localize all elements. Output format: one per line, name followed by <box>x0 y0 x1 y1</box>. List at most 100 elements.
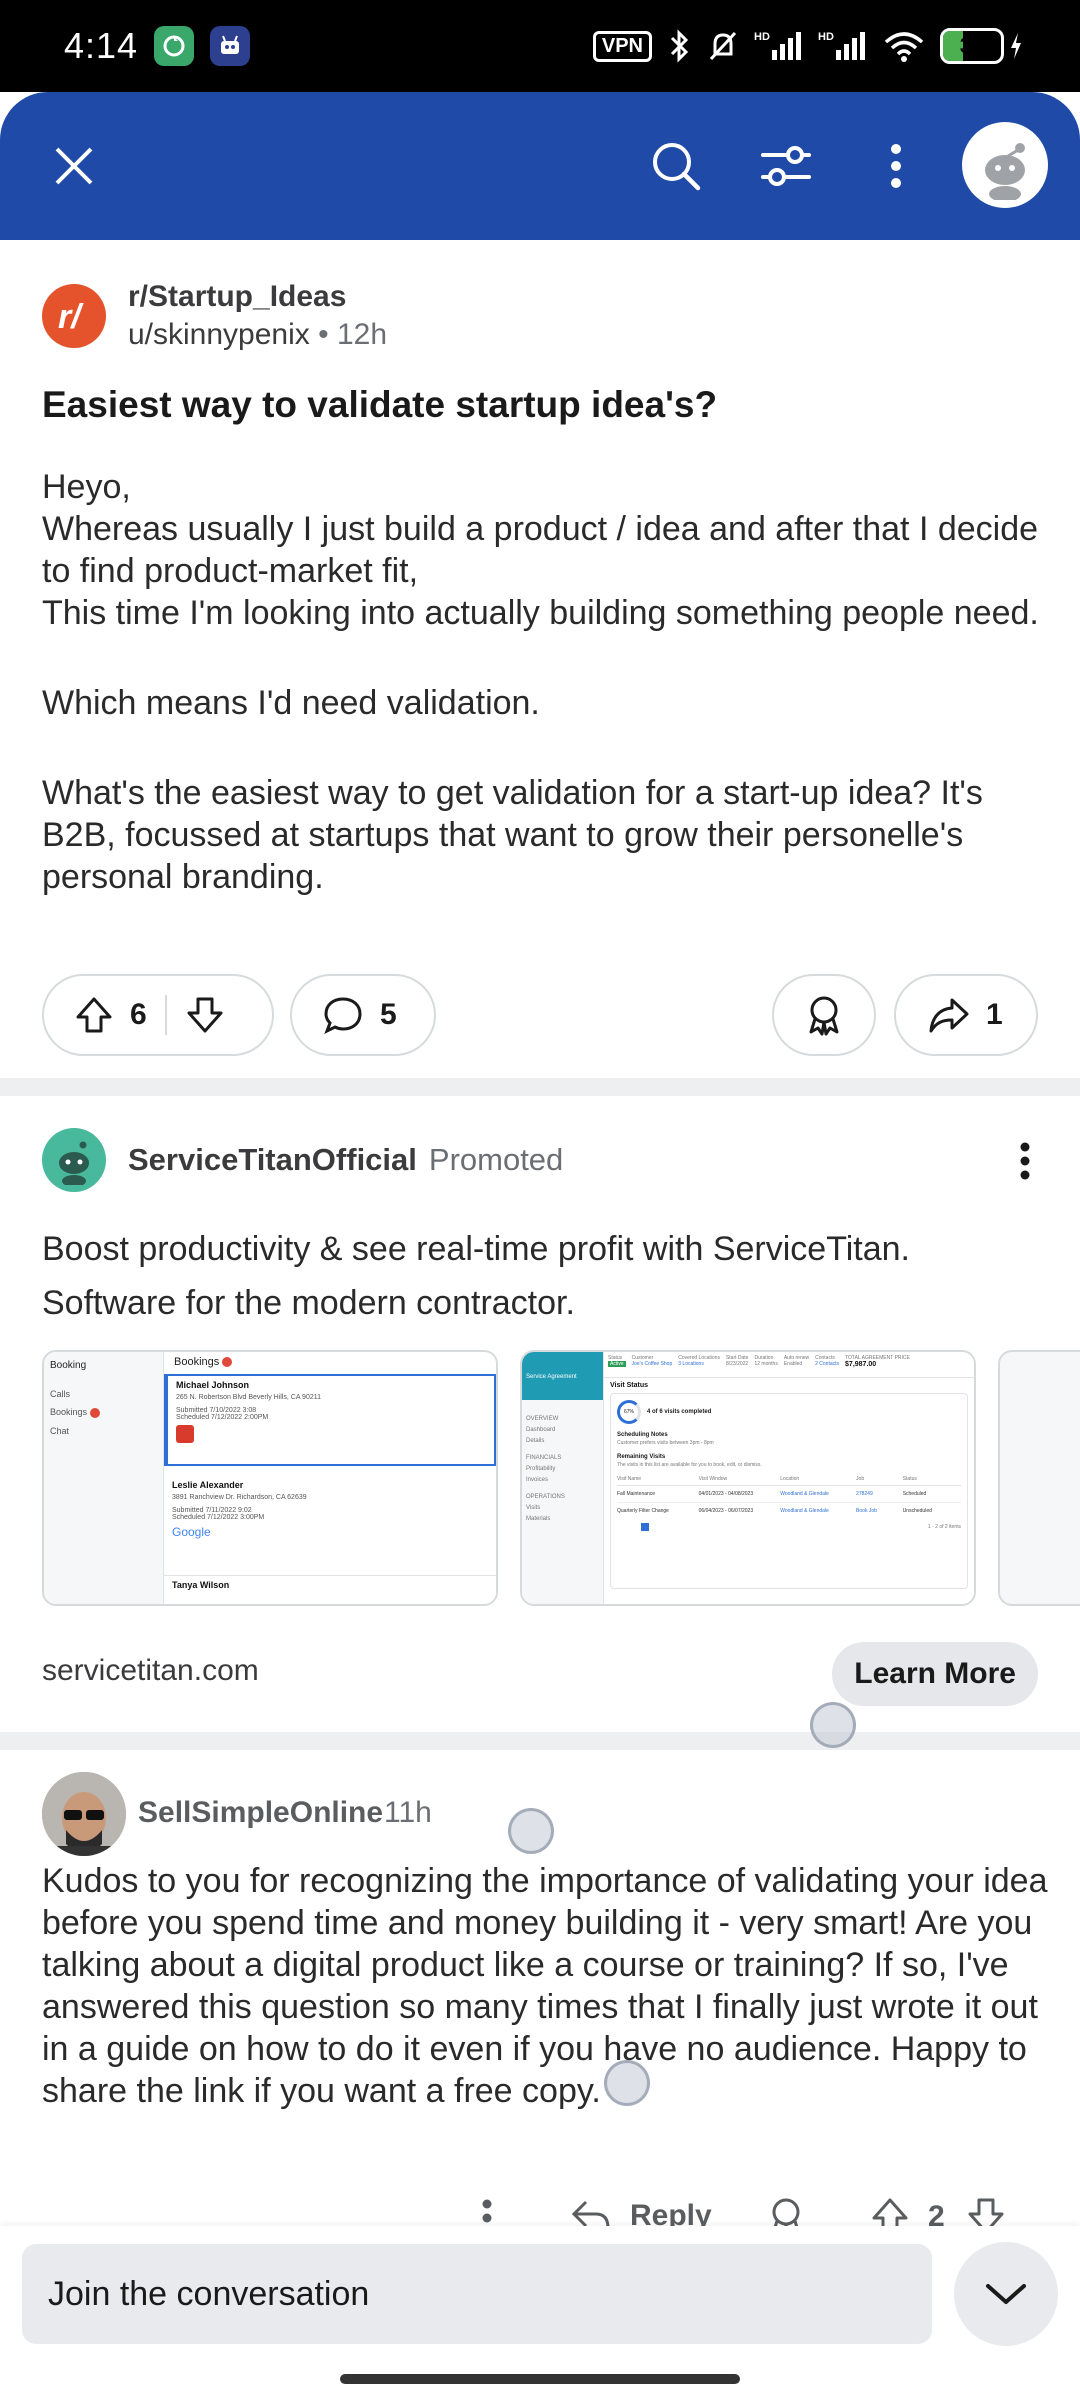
card2-sidebar-item: Dashboard <box>526 1427 556 1433</box>
close-icon[interactable] <box>34 126 114 206</box>
share-icon <box>929 998 969 1033</box>
status-time: 4:14 <box>64 25 139 66</box>
card1-sidebar-item: Chat <box>50 1425 70 1436</box>
card2-progress-ring: 67% <box>617 1400 641 1424</box>
card2-remaining-text: The visits in this list are available fo… <box>617 1462 762 1468</box>
card1-sidebar-title: Booking <box>50 1360 87 1371</box>
card1-sidebar-item: Bookings <box>50 1407 88 1417</box>
filter-icon[interactable] <box>746 126 826 206</box>
comment-count: 5 <box>380 998 397 1031</box>
card1-entry-name: Tanya Wilson <box>172 1580 230 1590</box>
card2-table-col: Status <box>902 1476 917 1482</box>
card1-entry: Leslie Alexander 3891 Ranchview Dr. Rich… <box>164 1466 496 1576</box>
card2-page-indicator <box>641 1523 649 1531</box>
card1-entry-name: Michael Johnson <box>176 1380 250 1390</box>
award-button[interactable] <box>772 974 876 1056</box>
ad-text: Boost productivity & see real-time profi… <box>42 1230 910 1322</box>
bell-muted-icon <box>709 31 737 61</box>
card2-header-val: $7,987.00 <box>845 1361 877 1368</box>
card2-table-row: Fall Maintenance 04/01/2023 - 04/08/2023… <box>617 1486 961 1503</box>
card2-visit-status: Visit Status <box>610 1382 648 1389</box>
card2-cell: Woodland & Glendale <box>780 1508 829 1514</box>
card2-sidebar: Service Agreement OVERVIEW Dashboard Det… <box>522 1352 604 1604</box>
card2-sidebar-active: Service Agreement <box>522 1352 603 1400</box>
robot-app-icon <box>210 26 251 66</box>
post-age: 12h <box>336 318 388 351</box>
touch-indicator <box>810 1702 856 1748</box>
downvote-icon[interactable] <box>185 995 225 1035</box>
learn-more-button[interactable]: Learn More <box>832 1642 1038 1706</box>
card1-entry-submitted: Submitted 7/11/2022 9:02 <box>172 1507 252 1514</box>
commenter-avatar[interactable] <box>42 1772 126 1856</box>
ad-more-icon[interactable] <box>1000 1136 1050 1186</box>
subreddit-name[interactable]: r/Startup_Ideas <box>128 280 387 314</box>
ad-domain[interactable]: servicetitan.com <box>42 1654 259 1688</box>
share-button[interactable]: 1 <box>894 974 1038 1056</box>
more-vert-icon[interactable] <box>856 126 936 206</box>
card2-sidebar-item: OPERATIONS <box>526 1494 565 1500</box>
card2-sidebar-item: Visits <box>526 1505 541 1511</box>
card2-cell: 06/04/2023 - 06/07/2023 <box>698 1508 754 1514</box>
sync-app-icon <box>154 26 195 66</box>
comment-body: Kudos to you for recognizing the importa… <box>42 1862 1048 2110</box>
post-title: Easiest way to validate startup idea's? <box>42 384 718 425</box>
advertiser-avatar[interactable] <box>42 1128 106 1192</box>
post-body-line: Which means I'd need validation. <box>42 684 540 722</box>
ad-header: ServiceTitanOfficial Promoted <box>42 1128 563 1192</box>
card1-entry-address: 3891 Ranchview Dr. Richardson, CA 62639 <box>172 1494 307 1501</box>
card2-sidebar-item: Materials <box>526 1516 551 1522</box>
card2-header-val: 8/23/2022 <box>725 1361 749 1367</box>
card2-header-val: 3 Locations <box>678 1361 704 1367</box>
card1-entry-scheduled: Scheduled 7/12/2022 3:00PM <box>172 1514 265 1521</box>
charging-icon <box>1011 33 1021 59</box>
card2-header-val: Active <box>608 1361 626 1367</box>
card2-header-row: Status Active Customer Joe's Coffee Shop C… <box>604 1352 974 1378</box>
post-author[interactable]: u/skinnypenix <box>128 318 310 351</box>
vpn-badge: VPN <box>592 30 652 62</box>
card2-table-col: Location <box>780 1476 800 1482</box>
card2-header-val: 2 Contacts <box>815 1361 840 1367</box>
svg-text:r/: r/ <box>58 298 84 336</box>
card1-sidebar: Booking Calls Bookings Chat <box>44 1352 164 1604</box>
wifi-icon <box>884 32 924 62</box>
bluetooth-icon <box>670 29 689 63</box>
home-indicator[interactable] <box>340 2374 740 2384</box>
card2-cell: Quarterly Filter Change <box>617 1508 669 1514</box>
vote-pill: 6 <box>42 974 274 1056</box>
ad-image-card-next[interactable] <box>998 1350 1080 1606</box>
app-bar <box>0 92 1080 240</box>
card2-table-col: Job <box>856 1476 865 1482</box>
card2-cell: Fall Maintenance <box>617 1491 656 1497</box>
commenter-name[interactable]: SellSimpleOnline <box>138 1796 383 1830</box>
card1-entry-scheduled: Scheduled 7/12/2022 2:00PM <box>176 1414 269 1421</box>
post-body-line: Heyo, <box>42 468 131 506</box>
search-icon[interactable] <box>636 126 716 206</box>
promoted-label: Promoted <box>428 1142 564 1177</box>
svg-text:HD: HD <box>818 31 834 43</box>
advertiser-name[interactable]: ServiceTitanOfficial <box>128 1142 417 1178</box>
signal-hd-icon: HD <box>754 31 801 60</box>
ad-image-card-agreement[interactable]: Service Agreement OVERVIEW Dashboard Det… <box>520 1350 976 1606</box>
card2-table-col: Visit Window <box>698 1476 728 1482</box>
card2-table-col: Visit Name <box>617 1476 642 1482</box>
post-header: r/ r/Startup_Ideas u/skinnypenix • 12h <box>42 280 387 352</box>
signal-hd-icon-2: HD <box>818 31 865 60</box>
card2-table-header: Visit Name Visit Window Location Job Sta… <box>617 1476 961 1486</box>
card1-entry-badge-icon <box>176 1425 194 1443</box>
join-conversation-input[interactable]: Join the conversation <box>22 2244 932 2344</box>
comments-button[interactable]: 5 <box>290 974 436 1056</box>
battery-level: 35 <box>959 33 985 58</box>
chevron-down-icon[interactable] <box>954 2242 1058 2346</box>
upvote-icon[interactable] <box>74 995 114 1035</box>
section-divider <box>0 1078 1080 1096</box>
battery-indicator: 35 <box>940 28 1024 64</box>
post-body: Heyo, Whereas usually I just build a pro… <box>42 466 1042 898</box>
card2-header-val: 12 months <box>754 1361 778 1367</box>
svg-text:HD: HD <box>754 31 770 43</box>
user-avatar[interactable] <box>962 122 1048 208</box>
card2-sidebar-item: OVERVIEW <box>526 1416 559 1422</box>
subreddit-icon[interactable]: r/ <box>42 284 106 348</box>
bottom-bar: Join the conversation <box>0 2226 1080 2400</box>
card2-header-val: Joe's Coffee Shop <box>631 1361 673 1367</box>
ad-image-card-bookings[interactable]: Booking Calls Bookings Chat Bookings Mic… <box>42 1350 498 1606</box>
